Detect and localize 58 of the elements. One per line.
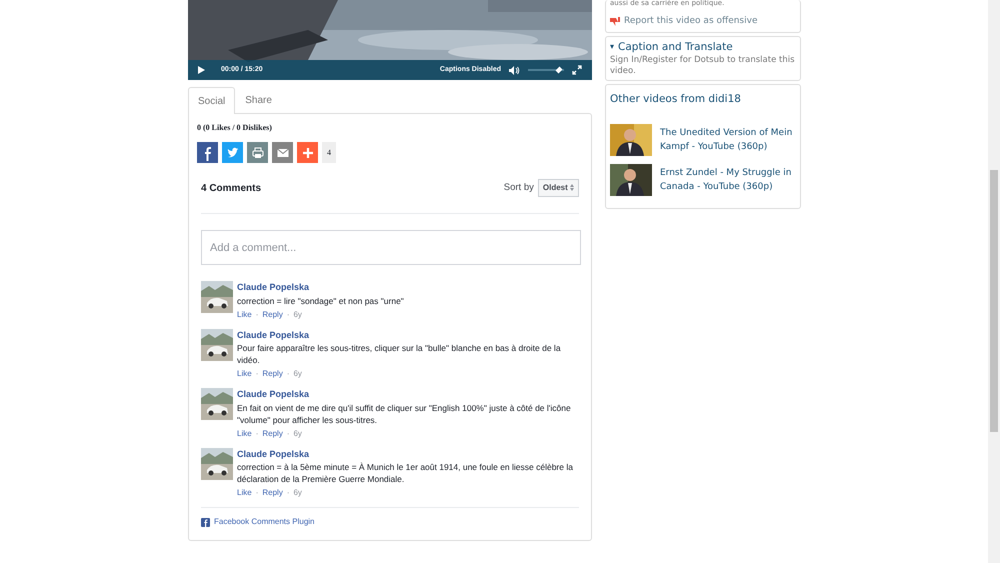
comment-age: 6y [293,368,302,380]
comment-action-link[interactable]: Like [237,428,252,440]
plugin-link[interactable]: Facebook Comments Plugin [214,516,314,528]
facebook-button[interactable] [197,142,218,163]
facebook-icon [201,518,210,526]
panel-title: Caption and Translate [618,40,733,54]
comment-text: En fait on vient de me dire qu'il suffit de cliquer sur "English 100%" juste à côté de l'icône "volume" pour afficher les sous-titres. [237,402,572,426]
scrollbar[interactable] [988,0,1000,563]
separator-dot: · [286,428,290,440]
comment-action-link[interactable]: Like [237,487,252,499]
comment-age: 6y [293,428,302,440]
tab[interactable]: Share [235,87,282,113]
printer-icon [250,144,266,160]
comment-action-link[interactable]: Reply [262,487,283,499]
separator-dot: · [256,368,258,380]
email-button[interactable] [272,142,293,163]
print-button[interactable] [247,142,268,163]
separator-dot: · [256,428,258,440]
comment-input[interactable]: Add a comment... [201,230,581,265]
comment-action-link[interactable]: Like [237,308,252,320]
collapse-toggle[interactable]: ▾ [610,41,614,54]
comment-author[interactable]: Claude Popelska [237,281,579,294]
more-share-button[interactable] [297,142,318,163]
separator-dot: · [286,308,290,320]
comment-age: 6y [293,487,302,499]
comment-text: Pour faire apparaître les sous-titres, cliquer sur la "bulle" blanche en bas à droite de la vidéo. [237,342,562,366]
separator-dot: · [286,487,290,499]
sort-arrows-icon [570,184,574,192]
comment-age: 6y [293,308,302,320]
panel-text: Sign In/Register for Dotsub to translate this video. [610,55,796,78]
comment-author[interactable]: Claude Popelska [237,448,579,461]
separator-dot: · [286,368,290,380]
comment-action-link[interactable]: Reply [262,428,283,440]
comment-action-link[interactable]: Like [237,368,252,380]
comment-action-link[interactable]: Reply [262,308,283,320]
comment-text: correction = à la 5ème minute = À Munich le 1er août 1914, une foule en liesse célèbre la déclaration de la Première Guerre Mondiale. [237,461,574,485]
twitter-button[interactable] [222,142,243,163]
share-count: 4 [322,142,336,163]
sort-label: Sort by [504,180,534,195]
comment-action-link[interactable]: Reply [262,368,283,380]
report-link[interactable]: Report this video as offensive [624,15,758,28]
rating-text: 0 (0 Likes / 0 Dislikes) [197,122,273,134]
sort-dropdown[interactable]: Oldest [538,179,579,197]
separator-dot: · [256,487,258,499]
thumbs-down-icon [610,17,620,26]
play-icon[interactable] [198,66,205,74]
volume-icon[interactable] [509,66,520,74]
comment-count: 4 Comments [201,182,262,196]
comment-author[interactable]: Claude Popelska [237,328,579,342]
video-link[interactable]: Ernst Zundel - My Struggle in Canada - YouTube (360p) [660,166,796,194]
fullscreen-icon[interactable] [572,65,582,75]
section-title: Other videos from didi18 [610,92,742,108]
video-link[interactable]: The Unedited Version of Mein Kampf - YouTube (360p) [660,126,796,154]
comment-text: correction = lire "sondage" et non pas "urne" [237,294,405,306]
separator-dot: · [256,308,258,320]
comment-author[interactable]: Claude Popelska [237,388,579,402]
scrollbar-thumb[interactable] [990,170,998,432]
tab[interactable]: Social [188,87,236,114]
